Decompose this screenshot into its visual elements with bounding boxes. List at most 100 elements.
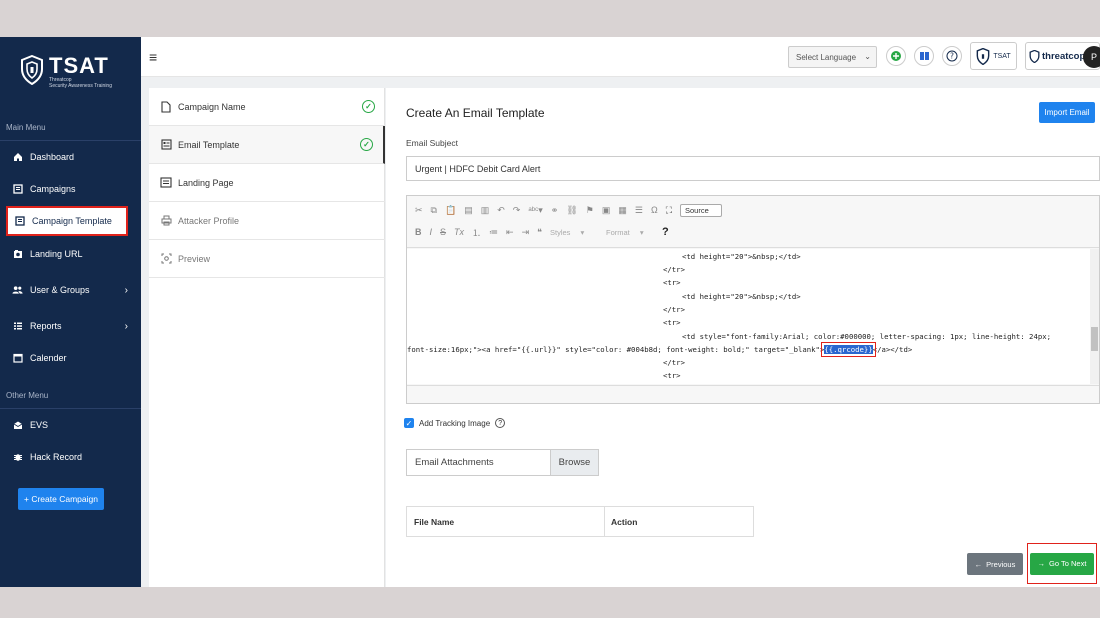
add-icon: [891, 51, 901, 61]
bold-icon[interactable]: B: [415, 227, 422, 237]
step-label: Campaign Name: [178, 101, 246, 112]
threatcop-label: threatcop: [1042, 50, 1086, 62]
bulleted-list-icon[interactable]: ≔: [489, 227, 498, 238]
link-icon[interactable]: ⚭: [551, 205, 559, 216]
divider: [0, 140, 141, 141]
cut-icon[interactable]: ✂: [415, 205, 423, 216]
source-label: Source: [685, 205, 709, 215]
sidebar-item-label: Campaigns: [30, 184, 76, 194]
unlink-icon[interactable]: ⛓: [566, 205, 577, 216]
avatar[interactable]: P: [1083, 46, 1100, 68]
sidebar-item-hack-record[interactable]: Hack Record: [6, 444, 134, 470]
previous-label: Previous: [986, 559, 1016, 569]
indent-icon[interactable]: ⇥: [522, 227, 530, 238]
format-dropdown[interactable]: Format ▾: [606, 228, 654, 237]
help-icon[interactable]: ?: [495, 418, 506, 428]
import-email-button[interactable]: Import Email: [1039, 102, 1095, 123]
top-bar: ≡ Select Language ⌄ ? TSAT threatcop P: [141, 37, 1100, 77]
email-subject-input[interactable]: Urgent | HDFC Debit Card Alert: [406, 156, 1100, 181]
bug-icon: [12, 452, 23, 463]
blockquote-icon[interactable]: ❝: [537, 227, 542, 238]
styles-dropdown[interactable]: Styles ▾: [550, 228, 598, 237]
code-line: </tr>: [663, 265, 685, 274]
language-select[interactable]: Select Language ⌄: [788, 46, 877, 68]
special-char-icon[interactable]: Ω: [651, 205, 658, 215]
paste-text-icon[interactable]: ▤: [464, 205, 473, 216]
image-icon[interactable]: ▣: [602, 205, 611, 216]
table-icon[interactable]: ▦: [618, 205, 627, 216]
hamburger-menu-icon[interactable]: ≡: [149, 49, 157, 65]
step-attacker-profile[interactable]: Attacker Profile: [149, 202, 385, 240]
redo-icon[interactable]: ↷: [513, 205, 521, 216]
paste-icon[interactable]: 📋: [445, 205, 456, 216]
numbered-list-icon[interactable]: ⒈: [472, 226, 481, 239]
step-campaign-name[interactable]: Campaign Name ✓: [149, 88, 385, 126]
threatcop-shield-icon: [1029, 49, 1040, 63]
sidebar-item-calender[interactable]: Calender: [6, 345, 134, 371]
step-label: Landing Page: [178, 177, 234, 188]
scrollbar-thumb[interactable]: [1091, 327, 1098, 351]
check-circle-icon: ✓: [362, 100, 375, 113]
italic-icon[interactable]: I: [430, 227, 433, 237]
step-email-template[interactable]: Email Template ✓: [149, 126, 385, 164]
step-preview[interactable]: Preview: [149, 240, 385, 278]
browse-button[interactable]: Browse: [550, 450, 598, 475]
tsat-logo[interactable]: TSAT Threatcop Security Awareness Traini…: [20, 55, 112, 89]
go-to-next-label: Go To Next: [1049, 559, 1087, 568]
step-landing-page[interactable]: Landing Page: [149, 164, 385, 202]
toolbar-row-1: ✂ ⧉ 📋 ▤ ▥ ↶ ↷ ᵃᵇᶜ▾ ⚭ ⛓ ⚑ ▣ ▦ ☰ Ω ⛶ Sourc…: [415, 201, 730, 219]
previous-button[interactable]: ← Previous: [967, 553, 1023, 575]
outdent-icon[interactable]: ⇤: [506, 227, 514, 238]
tsat-switch[interactable]: TSAT: [970, 42, 1017, 70]
toolbar-row-2: B I S Tx ⒈ ≔ ⇤ ⇥ ❝ Styles ▾ Format ▾ ?: [415, 223, 677, 241]
column-header-file-name: File Name: [407, 507, 605, 536]
editor-toolbar: ✂ ⧉ 📋 ▤ ▥ ↶ ↷ ᵃᵇᶜ▾ ⚭ ⛓ ⚑ ▣ ▦ ☰ Ω ⛶ Sourc…: [407, 196, 1099, 248]
sidebar-item-dashboard[interactable]: Dashboard: [6, 144, 134, 170]
source-button[interactable]: Source: [680, 203, 722, 217]
home-icon: [12, 152, 23, 163]
source-code-area[interactable]: <td height="20">&nbsp;</td> </tr> <tr> <…: [407, 249, 1090, 384]
sidebar-item-user-groups[interactable]: User & Groups ›: [6, 277, 134, 303]
code-line: <tr>: [663, 278, 681, 287]
help-icon-button[interactable]: ?: [942, 46, 962, 66]
code-fragment: font-size:16px;"><a href="{{.url}}" styl…: [407, 345, 825, 354]
go-to-next-button[interactable]: → Go To Next: [1030, 552, 1094, 575]
copy-icon[interactable]: ⧉: [431, 205, 437, 216]
sidebar-item-label: Campaign Template: [32, 216, 112, 226]
sidebar-item-evs[interactable]: EVS: [6, 412, 134, 438]
code-line: </tr>: [663, 305, 685, 314]
tracking-image-checkbox[interactable]: ✓: [404, 418, 414, 428]
sidebar-item-landing-url[interactable]: Landing URL: [6, 241, 134, 267]
undo-icon[interactable]: ↶: [497, 205, 505, 216]
calendar-icon: [12, 353, 23, 364]
document-icon: [160, 100, 172, 113]
strikethrough-icon[interactable]: S: [440, 227, 446, 237]
maximize-icon[interactable]: ⛶: [666, 205, 672, 216]
tracking-image-label: Add Tracking Image: [419, 418, 491, 428]
anchor-icon[interactable]: ⚑: [586, 205, 594, 216]
sidebar-item-campaign-template[interactable]: Campaign Template: [6, 206, 128, 236]
tracking-image-option[interactable]: ✓ Add Tracking Image ?: [404, 418, 506, 428]
editor-resize-bar[interactable]: [407, 385, 1099, 403]
create-campaign-button[interactable]: + Create Campaign: [18, 488, 104, 510]
book-icon-button[interactable]: [914, 46, 934, 66]
help-icon[interactable]: ?: [662, 226, 669, 238]
spellcheck-icon[interactable]: ᵃᵇᶜ▾: [528, 205, 542, 216]
sidebar-item-campaigns[interactable]: Campaigns: [6, 176, 134, 202]
column-header-action: Action: [611, 516, 638, 527]
qrcode-placeholder-selection[interactable]: {{.qrcode}}: [821, 342, 876, 357]
add-icon-button[interactable]: [886, 46, 906, 66]
email-attachments-input[interactable]: Email Attachments Browse: [406, 449, 599, 476]
language-select-value: Select Language: [796, 52, 857, 62]
landing-page-icon: [160, 177, 172, 189]
threatcop-switch[interactable]: threatcop P: [1025, 42, 1100, 70]
check-circle-icon: ✓: [360, 138, 373, 151]
paste-word-icon[interactable]: ▥: [481, 205, 490, 216]
svg-text:?: ?: [950, 52, 954, 61]
horizontal-line-icon[interactable]: ☰: [635, 205, 643, 216]
code-line: <td height="20">&nbsp;</td>: [682, 292, 801, 301]
code-scrollbar[interactable]: [1090, 249, 1099, 384]
sidebar-item-label: Calender: [30, 353, 67, 363]
sidebar-item-reports[interactable]: Reports ›: [6, 313, 134, 339]
remove-format-icon[interactable]: Tx: [454, 227, 464, 237]
